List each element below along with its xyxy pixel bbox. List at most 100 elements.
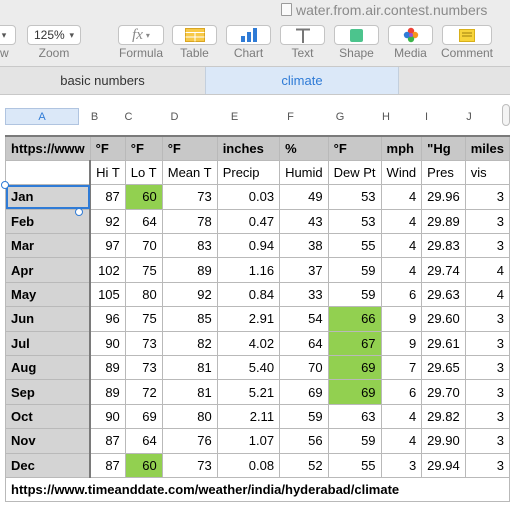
- cell[interactable]: 72: [124, 379, 163, 405]
- cell[interactable]: 3: [464, 355, 510, 381]
- cell[interactable]: 59: [327, 281, 382, 308]
- cell[interactable]: 89: [161, 257, 218, 283]
- cell[interactable]: 37: [279, 257, 329, 283]
- cell[interactable]: Precip: [216, 159, 281, 186]
- cell[interactable]: °F: [327, 134, 382, 161]
- cell[interactable]: 29.82: [421, 403, 466, 430]
- view-button[interactable]: ▾: [0, 25, 16, 45]
- cell[interactable]: 63: [327, 403, 382, 430]
- cell[interactable]: 73: [161, 184, 218, 210]
- comment-button[interactable]: [442, 25, 492, 45]
- cell[interactable]: 73: [161, 452, 218, 478]
- cell[interactable]: 90: [89, 403, 126, 430]
- cell[interactable]: 3: [464, 403, 510, 430]
- row-label[interactable]: Nov: [5, 428, 92, 454]
- cell[interactable]: 9: [380, 330, 423, 357]
- cell[interactable]: 3: [464, 184, 510, 210]
- column-header-i[interactable]: I: [406, 108, 447, 125]
- cell[interactable]: 102: [89, 257, 126, 283]
- column-header-g[interactable]: G: [314, 108, 366, 125]
- cell[interactable]: 76: [161, 428, 218, 454]
- cell[interactable]: 81: [161, 379, 218, 405]
- cell[interactable]: 1.16: [216, 257, 281, 283]
- cell[interactable]: 7: [380, 355, 423, 381]
- text-button[interactable]: [280, 25, 325, 45]
- cell[interactable]: 67: [327, 330, 382, 357]
- table-button[interactable]: [172, 25, 217, 45]
- cell[interactable]: 49: [279, 184, 329, 210]
- cell[interactable]: Wind: [380, 159, 423, 186]
- row-label[interactable]: Sep: [5, 379, 92, 405]
- column-header-d[interactable]: D: [147, 108, 202, 125]
- cell[interactable]: 4: [464, 257, 510, 283]
- cell[interactable]: 29.61: [421, 330, 466, 357]
- column-header-f[interactable]: F: [267, 108, 314, 125]
- cell[interactable]: 1.07: [216, 428, 281, 454]
- cell[interactable]: 29.63: [421, 281, 466, 308]
- cell[interactable]: 4.02: [216, 330, 281, 357]
- cell[interactable]: 59: [327, 428, 382, 454]
- row-label[interactable]: Mar: [5, 233, 92, 259]
- cell[interactable]: 6: [380, 281, 423, 308]
- row-label[interactable]: Jun: [5, 306, 92, 332]
- cell[interactable]: 89: [89, 379, 126, 405]
- cell[interactable]: Pres: [421, 159, 466, 186]
- cell[interactable]: 3: [464, 306, 510, 332]
- cell[interactable]: 4: [380, 428, 423, 454]
- cell[interactable]: 29.94: [421, 452, 466, 478]
- cell[interactable]: 87: [89, 428, 126, 454]
- cell[interactable]: 0.94: [216, 233, 281, 259]
- cell[interactable]: mph: [380, 134, 423, 161]
- cell[interactable]: 4: [464, 281, 510, 308]
- cell[interactable]: 3: [464, 233, 510, 259]
- selection-handle[interactable]: [1, 181, 9, 189]
- cell[interactable]: Mean T: [161, 159, 218, 186]
- cell[interactable]: 43: [279, 208, 329, 235]
- cell[interactable]: 29.65: [421, 355, 466, 381]
- cell[interactable]: 4: [380, 184, 423, 210]
- media-button[interactable]: [388, 25, 433, 45]
- cell[interactable]: 69: [124, 403, 163, 430]
- cell[interactable]: inches: [216, 134, 281, 161]
- cell[interactable]: 29.60: [421, 306, 466, 332]
- cell[interactable]: miles: [464, 134, 510, 161]
- cell[interactable]: 64: [124, 428, 163, 454]
- column-header-c[interactable]: C: [110, 108, 147, 125]
- cell[interactable]: 56: [279, 428, 329, 454]
- cell[interactable]: 33: [279, 281, 329, 308]
- row-label[interactable]: Apr: [5, 257, 92, 283]
- source-url-cell[interactable]: https://www.timeanddate.com/weather/indi…: [5, 476, 510, 503]
- cell[interactable]: [5, 159, 92, 186]
- cell[interactable]: 69: [279, 379, 329, 405]
- cell[interactable]: 69: [327, 355, 382, 381]
- shape-button[interactable]: [334, 25, 379, 45]
- cell[interactable]: 4: [380, 403, 423, 430]
- cell[interactable]: 73: [124, 330, 163, 357]
- cell[interactable]: https://www: [5, 134, 91, 161]
- cell[interactable]: 92: [89, 208, 126, 235]
- cell[interactable]: Hi T: [89, 159, 126, 186]
- cell[interactable]: 83: [161, 233, 218, 259]
- cell[interactable]: 70: [279, 355, 329, 381]
- cell[interactable]: 5.40: [216, 355, 281, 381]
- row-label[interactable]: Jul: [5, 330, 92, 357]
- cell[interactable]: 70: [124, 233, 163, 259]
- cell[interactable]: 0.47: [216, 208, 281, 235]
- zoom-dropdown[interactable]: 125% ▾: [27, 25, 81, 45]
- cell[interactable]: 90: [89, 330, 126, 357]
- cell[interactable]: 3: [380, 452, 423, 478]
- cell[interactable]: Lo T: [124, 159, 163, 186]
- row-label[interactable]: Aug: [5, 355, 92, 381]
- cell[interactable]: 0.03: [216, 184, 281, 210]
- cell[interactable]: 64: [124, 208, 163, 235]
- cell[interactable]: 4: [380, 257, 423, 283]
- cell[interactable]: 105: [89, 281, 126, 308]
- cell[interactable]: 60: [124, 452, 163, 478]
- cell[interactable]: 4: [380, 208, 423, 235]
- cell[interactable]: 38: [279, 233, 329, 259]
- cell[interactable]: °F: [161, 134, 218, 161]
- cell[interactable]: Humid: [279, 159, 329, 186]
- cell[interactable]: 60: [124, 184, 163, 210]
- cell[interactable]: 52: [279, 452, 329, 478]
- row-label[interactable]: Jan: [5, 184, 92, 210]
